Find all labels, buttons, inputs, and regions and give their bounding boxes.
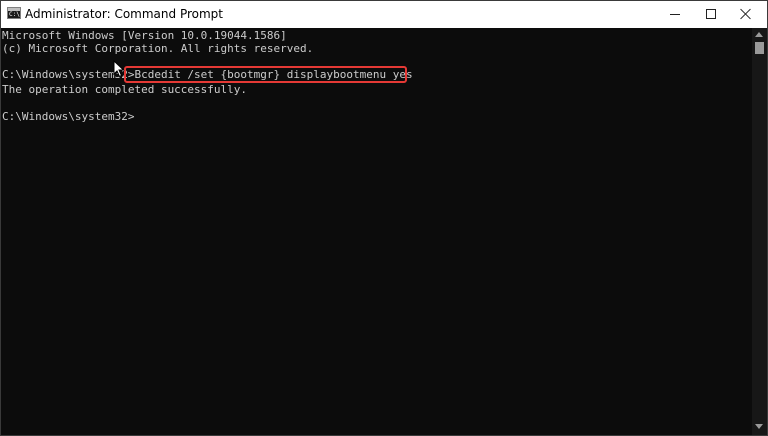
vertical-scrollbar[interactable] [752, 28, 767, 435]
close-button[interactable] [724, 1, 768, 28]
window-title: Administrator: Command Prompt [25, 7, 223, 21]
current-prompt-line[interactable]: C:\Windows\system32> [2, 109, 134, 124]
close-icon [740, 8, 752, 20]
mouse-pointer-icon [113, 59, 125, 78]
scroll-thumb[interactable] [755, 42, 764, 54]
command-prompt-icon[interactable]: C:\ [7, 7, 21, 19]
command-highlight-box [124, 66, 407, 83]
maximize-icon [706, 9, 716, 19]
minimize-icon [670, 14, 680, 15]
result-line: The operation completed successfully. [2, 83, 248, 96]
app-icon-text: C:\ [9, 11, 20, 18]
prompt: C:\Windows\system32> [2, 110, 135, 123]
title-bar[interactable]: C:\ Administrator: Command Prompt [1, 1, 767, 28]
command-prompt-window: C:\ Administrator: Command Prompt Micros… [0, 0, 768, 436]
scroll-up-arrow-icon[interactable] [755, 32, 763, 37]
copyright-line: (c) Microsoft Corporation. All rights re… [2, 42, 314, 55]
scroll-down-arrow-icon[interactable] [755, 424, 763, 429]
console-output[interactable]: Microsoft Windows [Version 10.0.19044.15… [2, 28, 750, 434]
